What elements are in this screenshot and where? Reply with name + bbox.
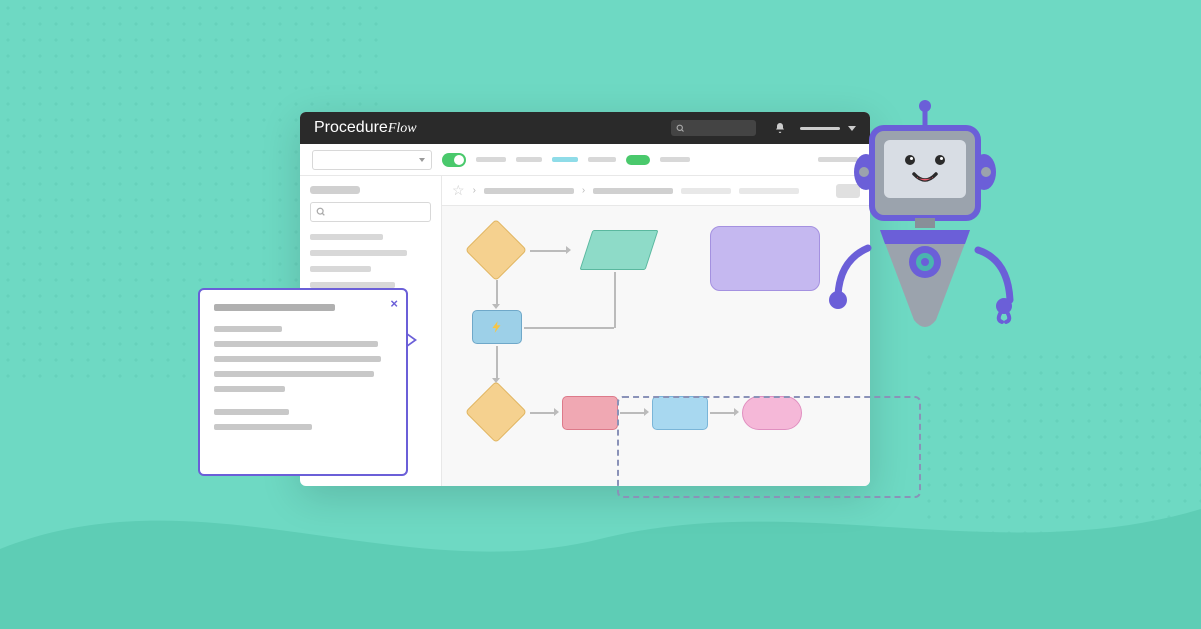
- breadcrumb-segment: [739, 188, 799, 194]
- robot-mascot: [820, 100, 1030, 380]
- global-search-input[interactable]: [671, 120, 756, 136]
- sidebar-item[interactable]: [310, 250, 407, 256]
- toolbar-item[interactable]: [588, 157, 616, 162]
- star-icon[interactable]: ☆: [452, 182, 465, 199]
- selection-box[interactable]: [617, 396, 921, 498]
- sidebar-item[interactable]: [310, 266, 371, 272]
- chevron-right-icon: ›: [473, 185, 476, 196]
- toolbar: [300, 144, 870, 176]
- breadcrumb: ☆ › ›: [442, 176, 870, 206]
- toolbar-item[interactable]: [660, 157, 690, 162]
- toolbar-item[interactable]: [476, 157, 506, 162]
- process-node[interactable]: [562, 396, 618, 430]
- search-icon: [676, 124, 685, 133]
- arrow-icon: [554, 408, 559, 416]
- info-popup: ×: [198, 288, 408, 476]
- connector: [530, 250, 568, 252]
- chevron-down-icon: [419, 158, 425, 162]
- process-node[interactable]: [710, 226, 820, 291]
- connector: [614, 272, 616, 328]
- sidebar-heading: [310, 186, 360, 194]
- close-icon[interactable]: ×: [390, 296, 398, 311]
- sidebar-item[interactable]: [310, 234, 383, 240]
- titlebar: ProcedureFlow: [300, 112, 870, 144]
- popup-text: [214, 326, 282, 332]
- popup-text: [214, 371, 374, 377]
- decision-node[interactable]: [465, 219, 527, 281]
- popup-text: [214, 356, 381, 362]
- breadcrumb-segment[interactable]: [593, 188, 673, 194]
- popup-title: [214, 304, 335, 311]
- bell-icon[interactable]: [774, 122, 786, 134]
- arrow-icon: [492, 304, 500, 309]
- sidebar-search-input[interactable]: [310, 202, 431, 222]
- search-icon: [316, 207, 326, 217]
- breadcrumb-segment[interactable]: [484, 188, 574, 194]
- breadcrumb-segment: [681, 188, 731, 194]
- data-node[interactable]: [580, 230, 659, 270]
- toolbar-item-active[interactable]: [552, 157, 578, 162]
- popup-text: [214, 409, 289, 415]
- arrow-icon: [566, 246, 571, 254]
- lightning-icon: [490, 319, 504, 335]
- toolbar-dropdown[interactable]: [312, 150, 432, 170]
- connector: [496, 280, 498, 306]
- popup-text: [214, 386, 285, 392]
- popup-text: [214, 424, 312, 430]
- toolbar-item[interactable]: [516, 157, 542, 162]
- chevron-right-icon: ›: [582, 185, 585, 196]
- connector: [524, 327, 614, 329]
- connector: [530, 412, 556, 414]
- popup-text: [214, 341, 378, 347]
- decision-node[interactable]: [465, 381, 527, 443]
- connector: [496, 346, 498, 380]
- toggle-switch[interactable]: [442, 153, 466, 167]
- brand-logo: ProcedureFlow: [314, 119, 417, 137]
- action-node[interactable]: [472, 310, 522, 344]
- toolbar-status-pill[interactable]: [626, 155, 650, 165]
